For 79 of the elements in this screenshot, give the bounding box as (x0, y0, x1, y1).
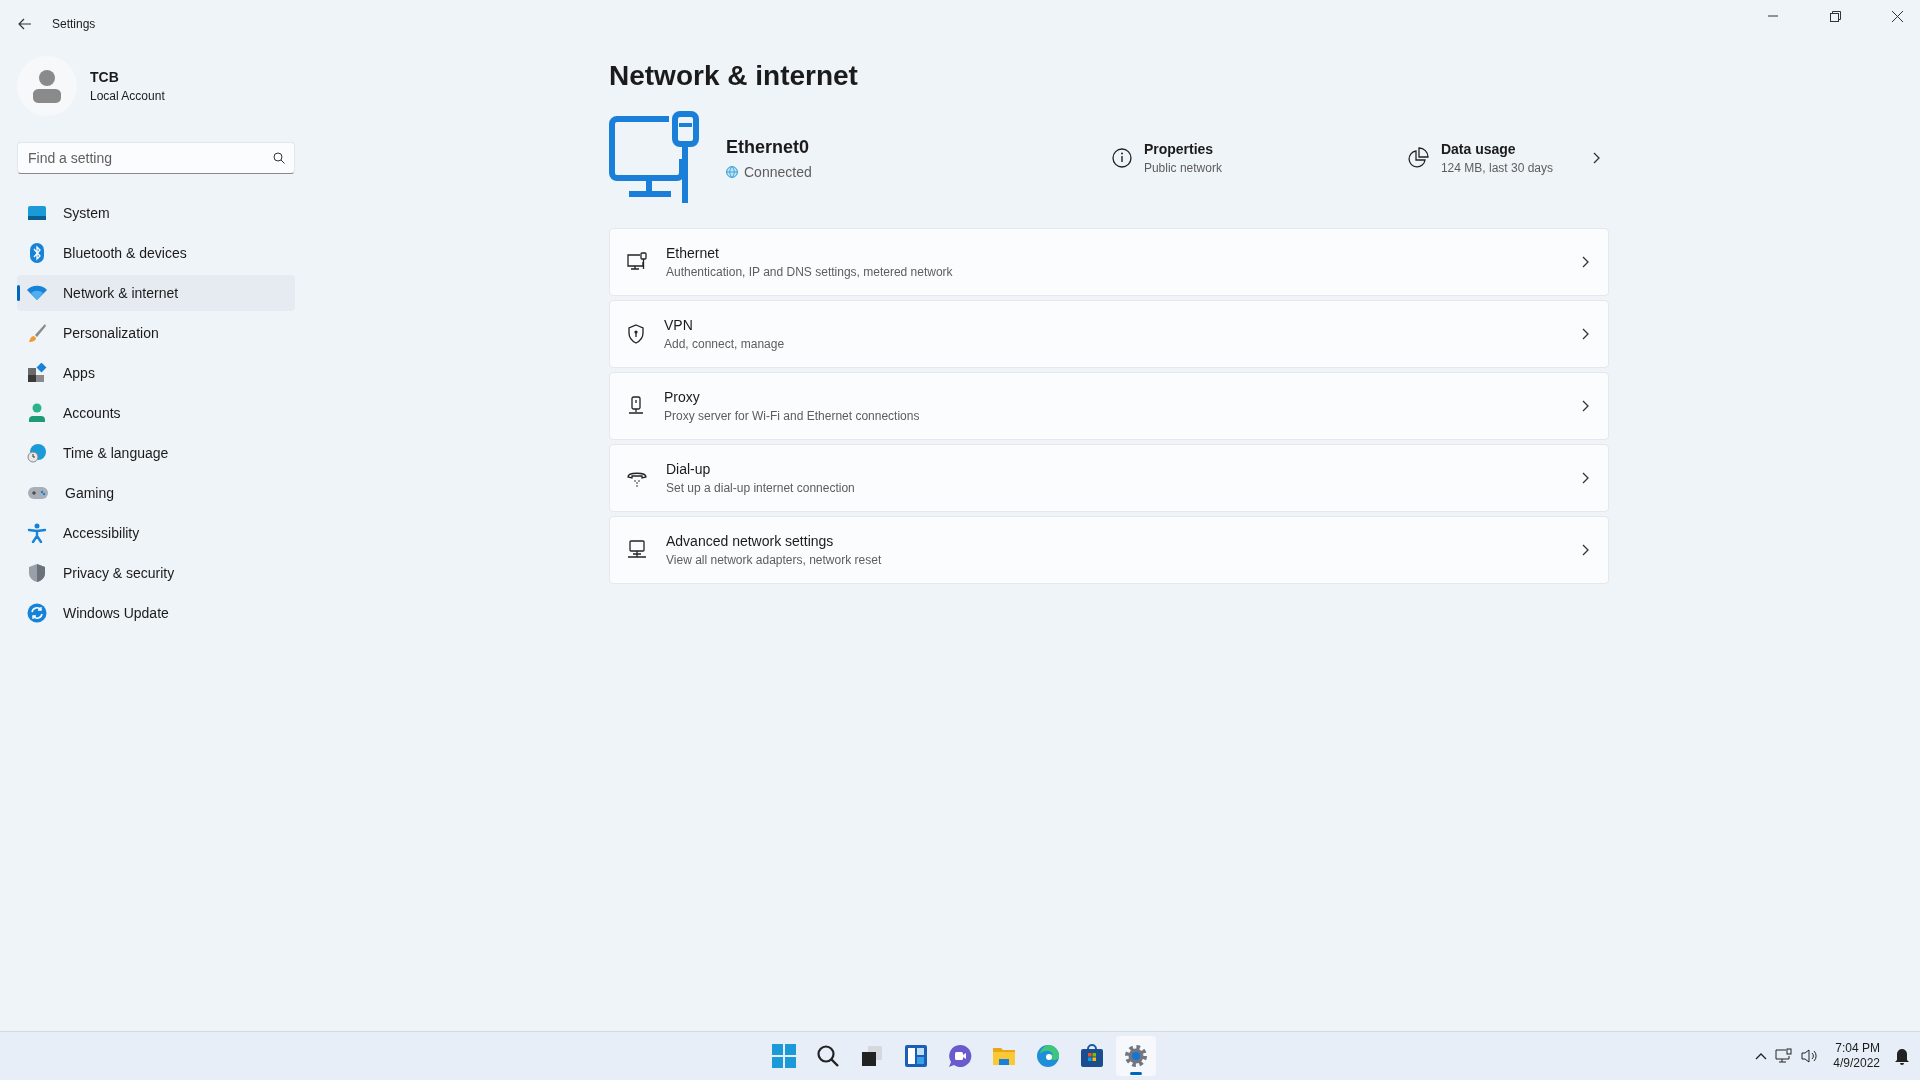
info-icon (1111, 148, 1132, 168)
connection-name: Ethernet0 (726, 136, 811, 158)
sidebar-item[interactable]: Network & internet (17, 275, 295, 311)
card-title: Dial-up (666, 461, 712, 477)
globe-icon (726, 165, 738, 178)
search-icon (816, 1044, 840, 1068)
card-title: Advanced network settings (666, 533, 835, 549)
back-arrow-icon (18, 18, 32, 30)
monitor-icon (27, 205, 47, 221)
store-icon (1080, 1044, 1104, 1068)
chevron-icon (1580, 471, 1590, 485)
sidebar-item[interactable]: Windows Update (17, 595, 295, 631)
card-description: Proxy server for Wi-Fi and Ethernet connections (664, 409, 921, 423)
connection-status: Connected (744, 163, 812, 180)
close-icon (1891, 10, 1903, 22)
update-icon (27, 603, 47, 623)
settings-card[interactable]: Ethernet Authentication, IP and DNS settings, metered network (609, 228, 1609, 296)
card-title: Ethernet (666, 245, 720, 261)
person-icon (27, 403, 47, 423)
brush-icon (27, 323, 47, 343)
data-usage-link[interactable]: Data usage 124 MB, last 30 days (1406, 141, 1601, 175)
task-view-icon (860, 1044, 884, 1068)
card-description: View all network adapters, network reset (666, 553, 883, 567)
card-description: Add, connect, manage (664, 337, 786, 351)
card-title: Proxy (664, 389, 701, 405)
settings-card[interactable]: VPN Add, connect, manage (609, 300, 1609, 368)
apps-icon (27, 363, 47, 383)
card-description: Set up a dial-up internet connection (666, 481, 856, 495)
chevron-icon (1591, 151, 1601, 165)
chevron-icon (1580, 399, 1590, 413)
chevron-icon (1580, 543, 1590, 557)
chevron-icon (1580, 255, 1590, 269)
search-field[interactable]: Find a setting (17, 142, 295, 174)
speaker-icon (1801, 1048, 1820, 1064)
network-computer-icon (626, 540, 648, 560)
sidebar-item[interactable]: Gaming (17, 475, 295, 511)
chevron-icon (1580, 327, 1590, 341)
sidebar-item[interactable]: Time & language (17, 435, 295, 471)
globe-clock-icon (27, 443, 47, 463)
sidebar-item[interactable]: Privacy & security (17, 555, 295, 591)
clock-date: 4/9/2022 (1833, 1056, 1880, 1071)
wifi-icon (27, 285, 47, 301)
minimize-icon (1768, 15, 1778, 17)
sidebar-item[interactable]: Bluetooth & devices (17, 235, 295, 271)
gamepad-icon (27, 486, 49, 500)
shield-lock-icon (626, 324, 646, 344)
settings-card[interactable]: Proxy Proxy server for Wi-Fi and Ethernet connections (609, 372, 1609, 440)
network-monitor-icon (1775, 1048, 1794, 1064)
window-title: Settings (52, 17, 96, 31)
properties-link[interactable]: Properties Public network (1111, 141, 1222, 175)
page-title: Network & internet (609, 60, 859, 92)
accessibility-icon (27, 523, 47, 543)
sidebar-item[interactable]: System (17, 195, 295, 231)
restore-icon (1829, 10, 1841, 22)
card-description: Authentication, IP and DNS settings, metered network (666, 265, 954, 279)
sidebar-item[interactable]: Accessibility (17, 515, 295, 551)
sidebar-item[interactable]: Accounts (17, 395, 295, 431)
settings-card[interactable]: Dial-up Set up a dial-up internet connection (609, 444, 1609, 512)
clock-time: 7:04 PM (1835, 1041, 1880, 1056)
windows-logo-icon (772, 1044, 796, 1068)
shield-icon (27, 563, 47, 583)
settings-card[interactable]: Advanced network settings View all network adapters, network reset (609, 516, 1609, 584)
gear-icon (1124, 1044, 1148, 1068)
pie-chart-icon (1406, 147, 1429, 169)
browser-icon (1036, 1044, 1060, 1068)
person-silhouette-icon (33, 69, 61, 103)
chevron-up-icon (1755, 1052, 1768, 1060)
card-title: VPN (664, 317, 694, 333)
proxy-icon (626, 396, 646, 416)
bluetooth-icon (27, 243, 47, 263)
account-name: TCB (90, 69, 120, 85)
ethernet-icon (626, 252, 648, 272)
widgets-icon (904, 1044, 928, 1068)
chat-icon (948, 1044, 972, 1068)
sidebar-item[interactable]: Personalization (17, 315, 295, 351)
search-icon (273, 152, 285, 164)
sidebar-item[interactable]: Apps (17, 355, 295, 391)
bell-icon (1894, 1047, 1910, 1065)
account-type: Local Account (90, 89, 165, 103)
